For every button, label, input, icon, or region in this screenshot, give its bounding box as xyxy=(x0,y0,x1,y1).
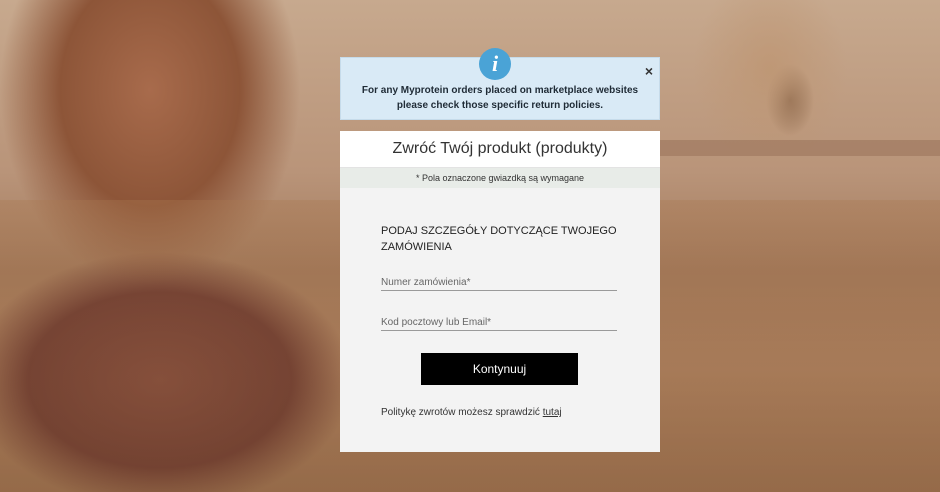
postcode-email-input[interactable] xyxy=(381,314,617,331)
notice-text: For any Myprotein orders placed on marke… xyxy=(361,85,639,111)
return-policy-label: Politykę zwrotów możesz sprawdzić xyxy=(381,407,543,418)
continue-button[interactable]: Kontynuuj xyxy=(421,353,578,385)
form-title: Zwróć Twój produkt (produkty) xyxy=(340,131,660,168)
background-shelf xyxy=(660,140,940,156)
marketplace-notice: i × For any Myprotein orders placed on m… xyxy=(340,48,660,120)
order-details-heading: PODAJ SZCZEGÓŁY DOTYCZĄCE TWOJEGO ZAMÓWI… xyxy=(381,225,617,253)
order-number-input[interactable] xyxy=(381,274,617,291)
info-icon: i xyxy=(479,48,511,80)
return-policy-text: Politykę zwrotów możesz sprawdzić tutaj xyxy=(381,407,562,418)
return-policy-link[interactable]: tutaj xyxy=(543,407,562,418)
return-form-card: Zwróć Twój produkt (produkty) * Pola ozn… xyxy=(340,131,660,452)
close-icon[interactable]: × xyxy=(645,63,653,79)
required-fields-note: * Pola oznaczone gwiazdką są wymagane xyxy=(340,168,660,188)
